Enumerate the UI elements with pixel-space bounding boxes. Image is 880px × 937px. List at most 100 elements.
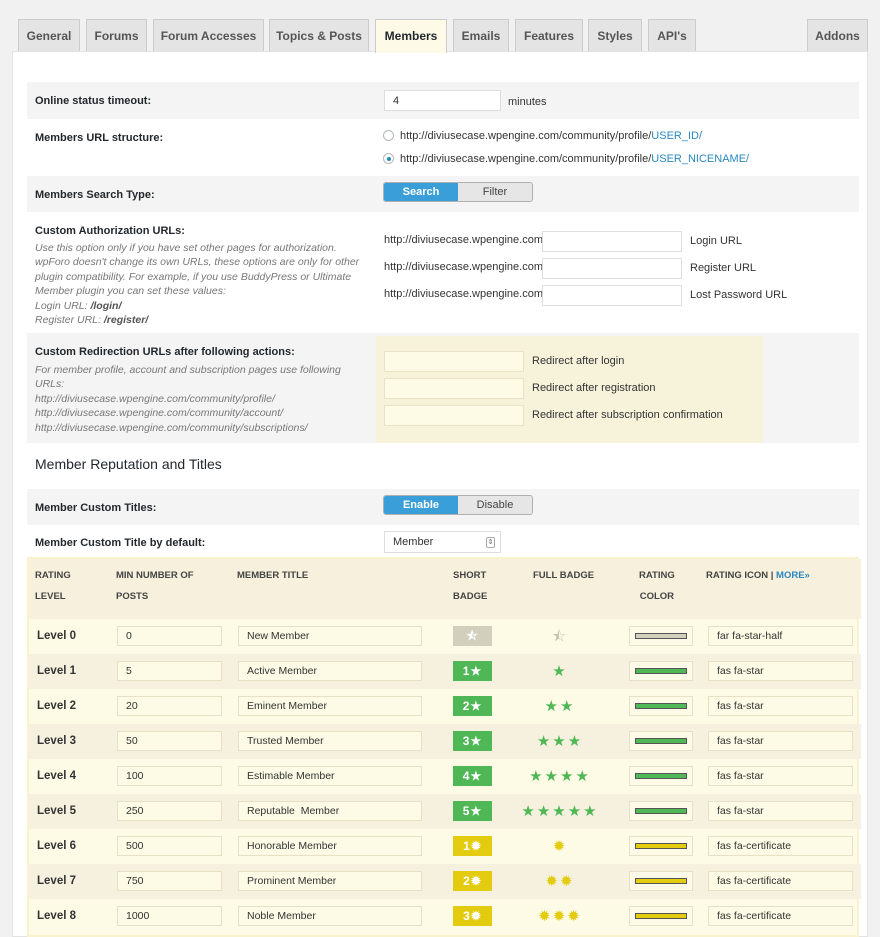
lost-password-url-input[interactable] — [542, 285, 682, 306]
rating-color-picker[interactable] — [629, 731, 693, 751]
tab-addons[interactable]: Addons — [807, 19, 868, 52]
min-posts-input[interactable] — [117, 871, 222, 891]
login-url-input[interactable] — [542, 231, 682, 252]
star-icon: ★ — [536, 733, 553, 750]
rating-color-picker[interactable] — [629, 801, 693, 821]
min-posts-input[interactable] — [117, 696, 222, 716]
short-badge: 5★ — [453, 801, 492, 821]
level-label: Level 3 — [37, 735, 76, 747]
min-posts-input[interactable] — [117, 836, 222, 856]
star-icon: ★ — [552, 803, 568, 820]
member-title-input[interactable] — [238, 836, 422, 856]
tab-features[interactable]: Features — [515, 19, 583, 52]
register-url-input[interactable] — [542, 258, 682, 279]
default-title-label: Member Custom Title by default: — [35, 537, 206, 549]
level-row: Level 0 ⯪ ⯪ — [29, 619, 861, 654]
certificate-icon: ✹ — [552, 908, 568, 925]
register-url-prefix: http://diviusecase.wpengine.com — [384, 261, 543, 273]
level-label: Level 6 — [37, 840, 76, 852]
rating-color-picker[interactable] — [629, 661, 693, 681]
min-posts-input[interactable] — [117, 731, 222, 751]
tab-topics-posts[interactable]: Topics & Posts — [269, 19, 369, 52]
rating-icon-input[interactable] — [708, 626, 853, 646]
default-title-row: Member Custom Title by default: Member ⇕ — [27, 525, 859, 557]
tab-general[interactable]: General — [18, 19, 80, 52]
url-user-id-radio[interactable] — [383, 130, 394, 141]
member-title-input[interactable] — [238, 626, 422, 646]
url-user-nicename-radio[interactable] — [383, 153, 394, 164]
filter-option-button[interactable]: Filter — [458, 183, 532, 201]
redirect-after-registration-label: Redirect after registration — [532, 382, 656, 394]
short-badge: 4★ — [453, 766, 492, 786]
redirect-after-login-input[interactable] — [384, 351, 524, 372]
min-posts-input[interactable] — [117, 906, 222, 926]
rating-color-picker[interactable] — [629, 871, 693, 891]
rating-icon-input[interactable] — [708, 731, 853, 751]
level-label: Level 1 — [37, 665, 76, 677]
url-user-id-option[interactable]: http://diviusecase.wpengine.com/communit… — [400, 130, 702, 142]
rating-icon-input[interactable] — [708, 836, 853, 856]
disable-button[interactable]: Disable — [458, 496, 532, 514]
member-title-input[interactable] — [238, 906, 422, 926]
member-title-input[interactable] — [238, 871, 422, 891]
redirect-after-subscription-input[interactable] — [384, 405, 524, 426]
min-posts-input[interactable] — [117, 801, 222, 821]
star-icon: ★ — [470, 699, 483, 713]
tab-forums[interactable]: Forums — [86, 19, 147, 52]
col-rating-level: Rating Level — [35, 570, 71, 602]
short-badge: 3★ — [453, 731, 492, 751]
rating-icon-input[interactable] — [708, 906, 853, 926]
member-title-input[interactable] — [238, 801, 422, 821]
reputation-table-header: Rating Level Min Number of Posts Member Ti… — [29, 559, 861, 619]
redirect-after-registration-input[interactable] — [384, 378, 524, 399]
rating-icon-input[interactable] — [708, 661, 853, 681]
member-title-input[interactable] — [238, 661, 422, 681]
min-posts-input[interactable] — [117, 766, 222, 786]
member-title-input[interactable] — [238, 766, 422, 786]
rating-color-swatch — [635, 703, 687, 709]
short-badge: 1★ — [453, 661, 492, 681]
settings-tabs: General Forums Forum Accesses Topics & P… — [18, 19, 868, 53]
tab-members[interactable]: Members — [375, 19, 447, 53]
search-option-button[interactable]: Search — [384, 183, 458, 201]
default-title-value: Member — [393, 536, 434, 548]
col-short-badge: Short Badge — [453, 570, 488, 602]
level-row: Level 83✹✹✹✹ — [29, 899, 861, 934]
star-icon: ★ — [544, 698, 560, 715]
min-posts-input[interactable] — [117, 626, 222, 646]
custom-titles-row: Member Custom Titles: Enable Disable — [27, 489, 859, 525]
tab-emails[interactable]: Emails — [453, 19, 509, 52]
auth-urls-description: Use this option only if you have set oth… — [35, 242, 360, 327]
tab-styles[interactable]: Styles — [588, 19, 642, 52]
rating-color-picker[interactable] — [629, 766, 693, 786]
rating-icon-input[interactable] — [708, 696, 853, 716]
tab-apis[interactable]: API's — [648, 19, 696, 52]
url-user-nicename-option[interactable]: http://diviusecase.wpengine.com/communit… — [400, 153, 749, 165]
settings-panel: Online status timeout: minutes Members U… — [12, 51, 868, 937]
level-label: Level 5 — [37, 805, 76, 817]
rating-color-picker[interactable] — [629, 696, 693, 716]
star-icon: ★ — [536, 803, 553, 820]
star-icon: ★ — [552, 733, 568, 750]
star-icon: ★ — [575, 768, 591, 785]
online-status-timeout-input[interactable] — [384, 90, 501, 111]
rating-icon-input[interactable] — [708, 871, 853, 891]
col-full-badge: Full Badge — [533, 570, 595, 581]
rating-color-picker[interactable] — [629, 836, 693, 856]
minutes-unit-label: minutes — [508, 96, 547, 108]
member-title-input[interactable] — [238, 731, 422, 751]
more-icons-link[interactable]: More» — [776, 570, 810, 581]
col-rating-color: Rating Color — [639, 570, 675, 602]
full-badge: ✹✹ — [505, 864, 615, 899]
member-title-input[interactable] — [238, 696, 422, 716]
rating-icon-input[interactable] — [708, 801, 853, 821]
level-label: Level 2 — [37, 700, 76, 712]
min-posts-input[interactable] — [117, 661, 222, 681]
tab-forum-accesses[interactable]: Forum Accesses — [153, 19, 264, 52]
default-title-select[interactable]: Member ⇕ — [384, 531, 501, 553]
rating-color-picker[interactable] — [629, 626, 693, 646]
rating-color-picker[interactable] — [629, 906, 693, 926]
rating-icon-input[interactable] — [708, 766, 853, 786]
url-base: http://diviusecase.wpengine.com/communit… — [400, 130, 652, 142]
enable-button[interactable]: Enable — [384, 496, 458, 514]
